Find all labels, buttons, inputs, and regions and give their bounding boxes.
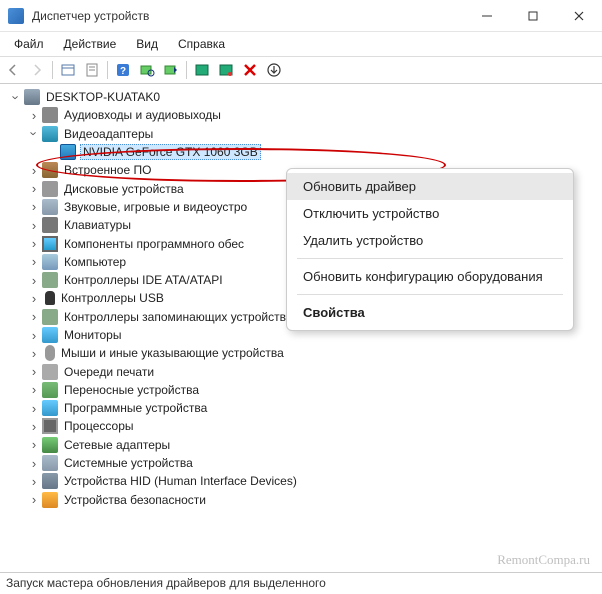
chevron-right-icon[interactable] [26, 292, 42, 305]
sound-icon [42, 199, 58, 215]
context-menu: Обновить драйвер Отключить устройство Уд… [286, 168, 574, 331]
root-label: DESKTOP-KUATAK0 [44, 90, 162, 104]
chevron-right-icon[interactable] [26, 383, 42, 396]
device-icon-2[interactable] [215, 59, 237, 81]
category-system[interactable]: Системные устройства [6, 454, 602, 472]
menu-view[interactable]: Вид [126, 35, 168, 53]
help-icon[interactable]: ? [112, 59, 134, 81]
back-button[interactable] [2, 59, 24, 81]
category-network[interactable]: Сетевые адаптеры [6, 436, 602, 454]
chevron-down-icon[interactable] [26, 127, 42, 140]
ctx-separator [297, 294, 563, 295]
ctx-disable-device[interactable]: Отключить устройство [287, 200, 573, 227]
chip-icon [42, 236, 58, 252]
category-processors[interactable]: Процессоры [6, 417, 602, 435]
ctx-properties[interactable]: Свойства [287, 299, 573, 326]
category-display-adapters[interactable]: Видеоадаптеры [6, 125, 602, 143]
ide-icon [42, 272, 58, 288]
category-hid[interactable]: Устройства HID (Human Interface Devices) [6, 472, 602, 490]
app-icon [8, 8, 24, 24]
mouse-icon [45, 345, 55, 361]
category-portable[interactable]: Переносные устройства [6, 381, 602, 399]
chevron-right-icon[interactable] [26, 347, 42, 360]
chevron-right-icon[interactable] [26, 475, 42, 488]
chevron-right-icon[interactable] [26, 365, 42, 378]
chevron-right-icon[interactable] [26, 255, 42, 268]
toolbar-separator [52, 61, 53, 79]
chevron-right-icon[interactable] [26, 420, 42, 433]
menu-file[interactable]: Файл [4, 35, 54, 53]
chevron-right-icon[interactable] [26, 274, 42, 287]
category-mice[interactable]: Мыши и иные указывающие устройства [6, 344, 602, 362]
update-driver-icon[interactable] [160, 59, 182, 81]
gpu-icon [60, 144, 76, 160]
watermark: RemontCompa.ru [497, 552, 590, 568]
titlebar: Диспетчер устройств [0, 0, 602, 32]
chevron-down-icon[interactable] [8, 91, 24, 104]
device-icon-1[interactable] [191, 59, 213, 81]
show-hidden-icon[interactable] [57, 59, 79, 81]
system-icon [42, 455, 58, 471]
statusbar: Запуск мастера обновления драйверов для … [0, 572, 602, 594]
ctx-scan-hardware[interactable]: Обновить конфигурацию оборудования [287, 263, 573, 290]
chevron-right-icon[interactable] [26, 310, 42, 323]
firmware-icon [42, 162, 58, 178]
close-button[interactable] [556, 0, 602, 32]
ctx-uninstall-device[interactable]: Удалить устройство [287, 227, 573, 254]
menu-help[interactable]: Справка [168, 35, 235, 53]
category-security[interactable]: Устройства безопасности [6, 491, 602, 509]
window-title: Диспетчер устройств [32, 9, 464, 23]
chevron-right-icon[interactable] [26, 457, 42, 470]
ctx-update-driver[interactable]: Обновить драйвер [287, 173, 573, 200]
monitor-icon [42, 327, 58, 343]
display-adapter-icon [42, 126, 58, 142]
chevron-right-icon[interactable] [26, 402, 42, 415]
chevron-right-icon[interactable] [26, 329, 42, 342]
chevron-right-icon[interactable] [26, 164, 42, 177]
disk-icon [42, 181, 58, 197]
chevron-right-icon[interactable] [26, 493, 42, 506]
menubar: Файл Действие Вид Справка [0, 32, 602, 56]
usb-icon [45, 291, 55, 305]
toolbar: ? [0, 56, 602, 84]
chevron-right-icon[interactable] [26, 438, 42, 451]
security-icon [42, 492, 58, 508]
computer-cat-icon [42, 254, 58, 270]
keyboard-icon [42, 217, 58, 233]
portable-icon [42, 382, 58, 398]
toolbar-separator [107, 61, 108, 79]
ctx-separator [297, 258, 563, 259]
device-nvidia-gpu[interactable]: NVIDIA GeForce GTX 1060 3GB [6, 143, 602, 161]
audio-icon [42, 107, 58, 123]
storage-icon [42, 309, 58, 325]
menu-action[interactable]: Действие [54, 35, 127, 53]
forward-button[interactable] [26, 59, 48, 81]
cpu-icon [42, 418, 58, 434]
hid-icon [42, 473, 58, 489]
printer-icon [42, 364, 58, 380]
delete-icon[interactable] [239, 59, 261, 81]
category-print-queues[interactable]: Очереди печати [6, 362, 602, 380]
chevron-right-icon[interactable] [26, 219, 42, 232]
toolbar-separator [186, 61, 187, 79]
maximize-button[interactable] [510, 0, 556, 32]
network-icon [42, 437, 58, 453]
minimize-button[interactable] [464, 0, 510, 32]
scan-hardware-icon[interactable] [136, 59, 158, 81]
category-software-devices[interactable]: Программные устройства [6, 399, 602, 417]
tree-root[interactable]: DESKTOP-KUATAK0 [6, 88, 602, 106]
down-arrow-icon[interactable] [263, 59, 285, 81]
chevron-right-icon[interactable] [26, 182, 42, 195]
properties-icon[interactable] [81, 59, 103, 81]
svg-text:?: ? [120, 66, 126, 77]
chevron-right-icon[interactable] [26, 200, 42, 213]
computer-icon [24, 89, 40, 105]
chevron-right-icon[interactable] [26, 237, 42, 250]
software-icon [42, 400, 58, 416]
chevron-right-icon[interactable] [26, 109, 42, 122]
category-audio-io[interactable]: Аудиовходы и аудиовыходы [6, 106, 602, 124]
